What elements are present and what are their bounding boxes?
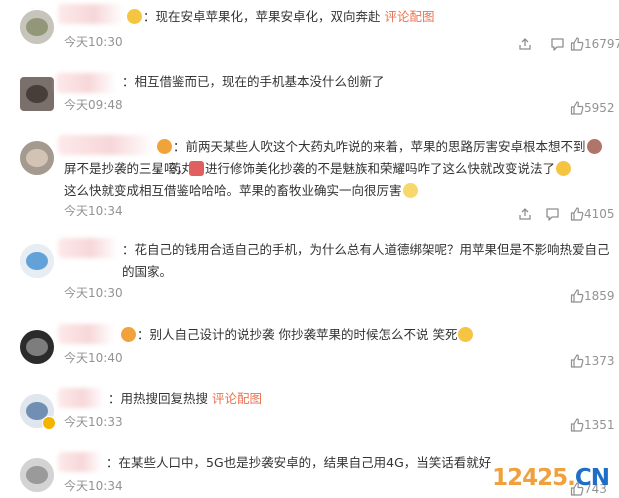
reply-button[interactable] (545, 205, 560, 223)
like-count: 5952 (584, 101, 615, 115)
username-blurred (58, 4, 124, 24)
thumbs-up-icon (570, 207, 584, 221)
like-button[interactable]: 1351 (570, 416, 615, 434)
like-count: 16797 (584, 37, 619, 51)
avatar[interactable] (20, 244, 54, 278)
like-button[interactable]: 5952 (570, 99, 615, 117)
like-button[interactable]: 1373 (570, 352, 615, 370)
watermark-cn: CN (574, 465, 610, 491)
emoji-icon (402, 183, 418, 198)
share-icon (519, 208, 531, 220)
comment-text: ：用热搜回复热搜 评论配图 (108, 391, 263, 406)
reply-button[interactable] (550, 35, 565, 53)
comment-image-link[interactable]: 评论配图 (385, 9, 435, 24)
share-button[interactable] (518, 205, 532, 223)
monkey-emoji-icon (586, 139, 602, 154)
comment-icon (546, 208, 559, 221)
username-blurred (56, 73, 116, 93)
thumbs-up-icon (570, 289, 584, 303)
username-blurred (58, 135, 154, 155)
comment-text: ：相互借鉴而已，现在的手机基本没什么创新了 (122, 74, 385, 89)
comment-image-link[interactable]: 评论配图 (212, 391, 262, 406)
comment-text-line3: 这么快就变成相互借鉴哈哈哈。苹果的畜牧业确实一向很厉害 (64, 180, 609, 202)
like-count: 4105 (584, 207, 615, 221)
like-count: 1859 (584, 289, 615, 303)
username-blurred (58, 324, 114, 344)
thumbs-up-icon (570, 354, 584, 368)
share-icon (519, 38, 531, 50)
pill-emoji-icon (189, 161, 204, 176)
thinking-emoji-icon (556, 161, 572, 176)
comment-text: ：花自己的钱用合适自己的手机，为什么总有人道德绑架呢？用苹果但是不影响热爱自己的… (122, 242, 610, 279)
username-blurred (58, 388, 104, 408)
emoji-icon (127, 9, 142, 24)
like-button[interactable]: 1859 (570, 287, 615, 305)
watermark-dot: . (567, 465, 576, 491)
like-button[interactable]: 16797 (570, 35, 619, 53)
comment-text: ：现在安卓苹果化，苹果安卓化，双向奔赴 评论配图 (126, 6, 619, 28)
laugh-emoji-icon (458, 327, 474, 342)
username-blurred (58, 452, 102, 472)
like-count: 1373 (584, 354, 615, 368)
watermark-digits: 12425 (492, 465, 568, 491)
thumbs-up-icon (570, 37, 584, 51)
thumbs-up-icon (570, 101, 584, 115)
username-blurred (58, 238, 118, 258)
comment-text: ：别人自己设计的说抄袭 你抄袭苹果的时候怎么不说 笑死 (120, 324, 619, 346)
emoji-icon (157, 139, 172, 154)
comment-icon (551, 38, 564, 51)
site-watermark: 12425.CN (492, 464, 610, 492)
avatar[interactable] (20, 141, 54, 175)
emoji-icon (121, 327, 136, 342)
like-count: 1351 (584, 418, 615, 432)
thumbs-up-icon (570, 418, 584, 432)
comment-text-line2b: 进行修饰美化抄袭的不是魅族和荣耀吗咋了这么快就改变说法了 (188, 158, 613, 180)
like-button[interactable]: 4105 (570, 205, 615, 223)
share-button[interactable] (518, 35, 532, 53)
